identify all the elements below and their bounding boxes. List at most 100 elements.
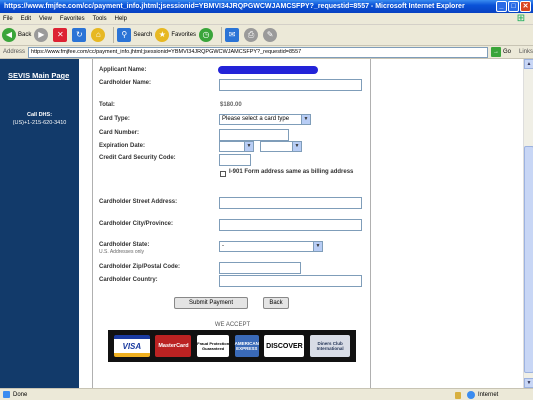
go-button[interactable]: → Go — [490, 47, 511, 57]
history-button[interactable]: ◷ — [199, 28, 215, 42]
back-button[interactable]: ◀ Back — [2, 28, 31, 42]
status-right: Internet — [455, 389, 498, 400]
refresh-button[interactable]: ↻ — [72, 28, 88, 42]
discover-logo: DISCOVER — [264, 335, 305, 357]
total-value: $180.00 — [220, 102, 242, 108]
edit-button[interactable]: ✎ — [263, 28, 279, 42]
print-button[interactable]: ⎙ — [244, 28, 260, 42]
payment-form: Applicant Name: Cardholder Name: Total: … — [92, 59, 371, 388]
back-button[interactable]: Back — [263, 297, 289, 309]
page-viewport: SEVIS Main Page Call DHS: (US)+1-215-620… — [0, 59, 523, 388]
close-button[interactable]: ✕ — [520, 1, 531, 12]
mail-icon: ✉ — [225, 28, 240, 42]
search-button-label: Search — [133, 32, 153, 38]
home-button[interactable]: ⌂ — [91, 28, 107, 42]
security-code-label: Credit Card Security Code: — [99, 155, 176, 161]
chevron-down-icon: ▼ — [244, 142, 253, 151]
window-controls: _ □ ✕ — [496, 1, 531, 12]
refresh-icon: ↻ — [72, 28, 87, 42]
card-type-value: Please select a card type — [222, 116, 290, 122]
scroll-up-icon[interactable]: ▲ — [524, 59, 533, 69]
card-number-input[interactable] — [219, 129, 289, 141]
vertical-scrollbar[interactable]: ▲ ▼ — [523, 59, 533, 388]
cardholder-name-input[interactable] — [219, 79, 362, 91]
go-button-label: Go — [502, 49, 511, 55]
same-address-label: I-901 Form address same as billing addre… — [229, 169, 354, 175]
menu-edit[interactable]: Edit — [21, 16, 31, 22]
lock-icon — [455, 391, 461, 399]
menu-favorites[interactable]: Favorites — [60, 16, 85, 22]
status-bar: Done Internet — [0, 388, 533, 400]
address-input[interactable]: https://www.fmjfee.com/cc/payment_info.j… — [28, 46, 488, 58]
stop-button[interactable]: ✕ — [53, 28, 69, 42]
links-button[interactable]: Links — [519, 49, 533, 55]
window-title: https://www.fmjfee.com/cc/payment_info.j… — [4, 3, 465, 10]
search-icon: ⚲ — [117, 28, 132, 42]
menu-file[interactable]: File — [3, 16, 13, 22]
chevron-down-icon: ▼ — [301, 115, 310, 124]
visa-logo: VISA — [113, 335, 150, 357]
call-dhs-title: Call DHS: — [26, 112, 53, 118]
home-icon: ⌂ — [91, 28, 106, 42]
maximize-button[interactable]: □ — [508, 1, 519, 12]
globe-icon — [467, 391, 475, 399]
state-note: U.S. Addresses only — [99, 249, 145, 255]
mastercard-logo: MasterCard — [155, 335, 192, 357]
diners-club-logo: Diners Club International — [310, 335, 351, 357]
country-label: Cardholder Country: — [99, 277, 158, 283]
go-arrow-icon: → — [490, 47, 501, 57]
chevron-down-icon: ▼ — [292, 142, 301, 151]
menu-bar: File Edit View Favorites Tools Help — [0, 13, 533, 25]
we-accept-label: WE ACCEPT — [214, 322, 251, 328]
cardholder-name-label: Cardholder Name: — [99, 80, 152, 86]
menu-tools[interactable]: Tools — [93, 16, 107, 22]
history-icon: ◷ — [199, 28, 214, 42]
street-address-label: Cardholder Street Address: — [99, 199, 178, 205]
applicant-name-label: Applicant Name: — [99, 67, 147, 73]
favorites-button[interactable]: ★ Favorites — [155, 28, 196, 42]
zip-label: Cardholder Zip/Postal Code: — [99, 264, 181, 270]
windows-logo-icon: ⊞ — [516, 13, 526, 24]
total-label: Total: — [99, 102, 115, 108]
scrollbar-thumb[interactable] — [524, 146, 533, 373]
address-label: Address — [3, 49, 26, 55]
minimize-button[interactable]: _ — [496, 1, 507, 12]
edit-icon: ✎ — [263, 28, 278, 42]
zip-input[interactable] — [219, 262, 301, 274]
search-button[interactable]: ⚲ Search — [117, 28, 152, 42]
page-icon — [3, 391, 10, 398]
stop-icon: ✕ — [53, 28, 68, 42]
expiration-year-select[interactable]: ▼ — [260, 141, 302, 152]
country-input[interactable] — [219, 275, 362, 287]
menu-help[interactable]: Help — [115, 16, 127, 22]
city-label: Cardholder City/Province: — [99, 221, 174, 227]
accepted-cards-banner: VISA MasterCard Fraud Protection Guarant… — [108, 330, 356, 362]
street-address-input[interactable] — [219, 197, 362, 209]
status-text: Done — [13, 391, 28, 398]
expiration-date-label: Expiration Date: — [99, 143, 146, 149]
scroll-down-icon[interactable]: ▼ — [524, 378, 533, 388]
chevron-down-icon: ▼ — [313, 242, 322, 251]
state-select[interactable]: - ▼ — [219, 241, 323, 252]
security-code-input[interactable] — [219, 154, 251, 166]
state-label: Cardholder State: — [99, 242, 150, 248]
security-zone: Internet — [478, 392, 499, 398]
submit-payment-button[interactable]: Submit Payment — [174, 297, 248, 309]
toolbar-separator — [221, 27, 223, 43]
toolbar-separator — [113, 27, 115, 43]
sevis-main-page-link[interactable]: SEVIS Main Page — [8, 71, 69, 80]
expiration-month-select[interactable]: ▼ — [219, 141, 254, 152]
mail-button[interactable]: ✉ — [225, 28, 241, 42]
card-type-select[interactable]: Please select a card type ▼ — [219, 114, 311, 125]
menu-view[interactable]: View — [39, 16, 52, 22]
window-title-bar: https://www.fmjfee.com/cc/payment_info.j… — [0, 0, 533, 13]
city-input[interactable] — [219, 219, 362, 231]
forward-button[interactable]: ▶ — [34, 28, 50, 42]
status-left: Done — [3, 391, 27, 398]
left-navigation: SEVIS Main Page Call DHS: (US)+1-215-620… — [0, 59, 79, 388]
applicant-name-redacted — [218, 66, 318, 74]
favorites-button-label: Favorites — [171, 32, 197, 38]
toolbar: ◀ Back ▶ ✕ ↻ ⌂ ⚲ Search ★ Favorites ◷ ✉ … — [0, 25, 533, 46]
same-address-checkbox[interactable] — [220, 171, 226, 177]
back-button-label: Back — [18, 32, 32, 38]
